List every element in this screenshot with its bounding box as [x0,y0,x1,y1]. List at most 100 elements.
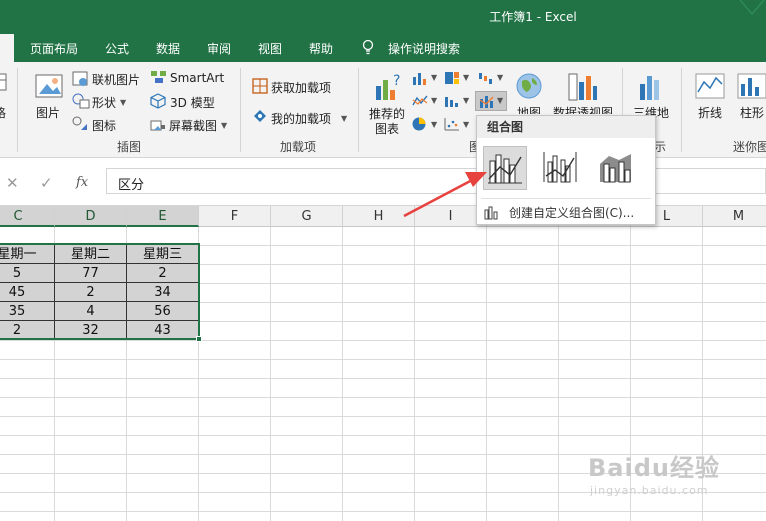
fill-handle[interactable] [196,336,202,342]
column-header-c[interactable]: C [0,206,55,227]
screenshot-icon [150,120,165,131]
clustered-column-line-icon [488,154,522,184]
insert-function-icon[interactable]: fx [76,175,88,190]
group-label-sparklines: 迷你图 [733,140,766,154]
formula-input[interactable]: 区分 [106,168,766,194]
combo-chart-dropdown-icon[interactable]: ▼ [497,96,503,105]
column-chart-dropdown-icon[interactable]: ▼ [431,73,437,82]
pivot-chart-icon [568,73,597,101]
enter-icon[interactable]: ✓ [40,174,53,192]
combo-option-clustered-column-line[interactable] [483,146,527,190]
tab-help[interactable]: 帮助 [309,40,333,57]
excel-window: 工作簿1 - Excel 页面布局 公式 数据 审阅 视图 帮助 操作说明搜索 … [0,0,766,521]
globe-map-icon [516,73,542,99]
cancel-icon[interactable]: ✕ [6,174,19,192]
sparkline-column-button[interactable]: 柱形 [740,104,764,121]
model-3d-button[interactable]: 3D 模型 [170,94,215,111]
combo-chart-menu: 组合图 创建自定义组合图(C)... [476,115,656,225]
statistic-chart-icon [445,97,458,107]
stacked-area-clustered-column-icon [600,154,631,183]
svg-text:?: ? [393,73,400,89]
statistic-chart-dropdown-icon[interactable]: ▼ [463,96,469,105]
online-picture-icon [72,71,88,86]
line-chart-dropdown-icon[interactable]: ▼ [431,96,437,105]
column-header-e[interactable]: E [127,206,199,227]
sparkline-line-button[interactable]: 折线 [698,104,722,121]
ribbon-tab-bar: 页面布局 公式 数据 审阅 视图 帮助 操作说明搜索 [0,34,766,62]
title-bar: 工作簿1 - Excel [0,0,766,34]
online-picture-button[interactable]: 联机图片 [92,71,140,88]
recommended-charts-icon: ? [376,73,400,100]
group-separator [240,68,241,152]
shapes-button[interactable]: 形状 [92,94,116,111]
window-title: 工作簿1 - Excel [489,10,577,24]
hierarchy-chart-dropdown-icon[interactable]: ▼ [463,73,469,82]
group-label-illustrations: 插图 [117,140,142,154]
combo-option-stacked-area-column[interactable] [595,146,639,190]
tab-page-layout[interactable]: 页面布局 [30,40,78,57]
shapes-icon [72,93,90,109]
pivot-chart-button[interactable]: 数据透视图 [553,104,613,114]
map-3d-icon [640,76,659,100]
icons-icon [72,116,87,130]
tab-view[interactable]: 视图 [258,40,282,57]
tab-insert-active[interactable] [0,34,14,62]
pie-chart-dropdown-icon[interactable]: ▼ [431,120,437,129]
shapes-dropdown-icon[interactable]: ▼ [120,98,126,107]
column-header-f[interactable]: F [199,206,271,227]
create-custom-combo-chart[interactable]: 创建自定义组合图(C)... [483,202,651,222]
table-icon [0,73,7,91]
tab-formulas[interactable]: 公式 [105,40,129,57]
screenshot-button[interactable]: 屏幕截图 [169,117,217,134]
scatter-chart-icon [444,118,459,131]
group-separator [681,68,682,152]
smartart-icon [151,71,166,83]
my-addins-button[interactable]: 我的加载项 [271,110,331,127]
waterfall-chart-dropdown-icon[interactable]: ▼ [497,73,503,82]
screenshot-dropdown-icon[interactable]: ▼ [221,121,227,130]
recommended-charts-label-2[interactable]: 图表 [375,120,399,137]
scatter-chart-dropdown-icon[interactable]: ▼ [463,120,469,129]
column-header-g[interactable]: G [271,206,343,227]
icons-button[interactable]: 图标 [92,117,116,134]
hierarchy-chart-icon [445,72,459,84]
map-button[interactable]: 地图 [517,104,541,114]
line-chart-icon [412,95,428,106]
get-addins-button[interactable]: 获取加载项 [271,79,331,96]
combo-chart-icon [479,96,494,108]
watermark-brand: Baidu经验 [588,454,720,482]
formula-value: 区分 [118,178,145,193]
picture-icon [35,74,63,98]
column-header-h[interactable]: H [343,206,415,227]
pie-chart-icon [412,117,426,131]
lightbulb-icon [362,39,374,55]
store-icon [252,78,268,94]
sparkline-column-icon [737,73,766,99]
my-addins-dropdown-icon[interactable]: ▼ [341,114,347,123]
combo-chart-menu-title: 组合图 [477,116,655,138]
group-label-addins: 加载项 [280,140,317,154]
picture-button[interactable]: 图片 [36,104,60,121]
watermark-url: jingyan.baidu.com [590,484,709,497]
sparkline-line-icon [695,73,725,99]
combo-chart-button[interactable]: ▼ [475,91,507,111]
column-chart-icon [413,73,426,85]
table-button-label[interactable]: 格 [0,104,6,121]
tab-data[interactable]: 数据 [156,40,180,57]
column-header-d[interactable]: D [55,206,127,227]
tab-review[interactable]: 审阅 [207,40,231,57]
waterfall-chart-icon [479,73,492,84]
my-addins-icon [254,110,266,122]
group-separator [358,68,359,152]
clustered-column-line-secondary-axis-icon [543,152,577,183]
create-custom-combo-chart-label: 创建自定义组合图(C)... [509,206,635,220]
column-header-m[interactable]: M [703,206,766,227]
menu-divider [481,198,651,199]
diamond-decoration-icon [739,0,765,16]
cube-3d-icon [150,93,166,109]
selection-outline [0,243,200,340]
custom-combo-chart-icon [484,206,498,220]
smartart-button[interactable]: SmartArt [170,71,224,85]
combo-option-secondary-axis[interactable] [539,146,583,190]
tell-me-search[interactable]: 操作说明搜索 [388,40,460,57]
